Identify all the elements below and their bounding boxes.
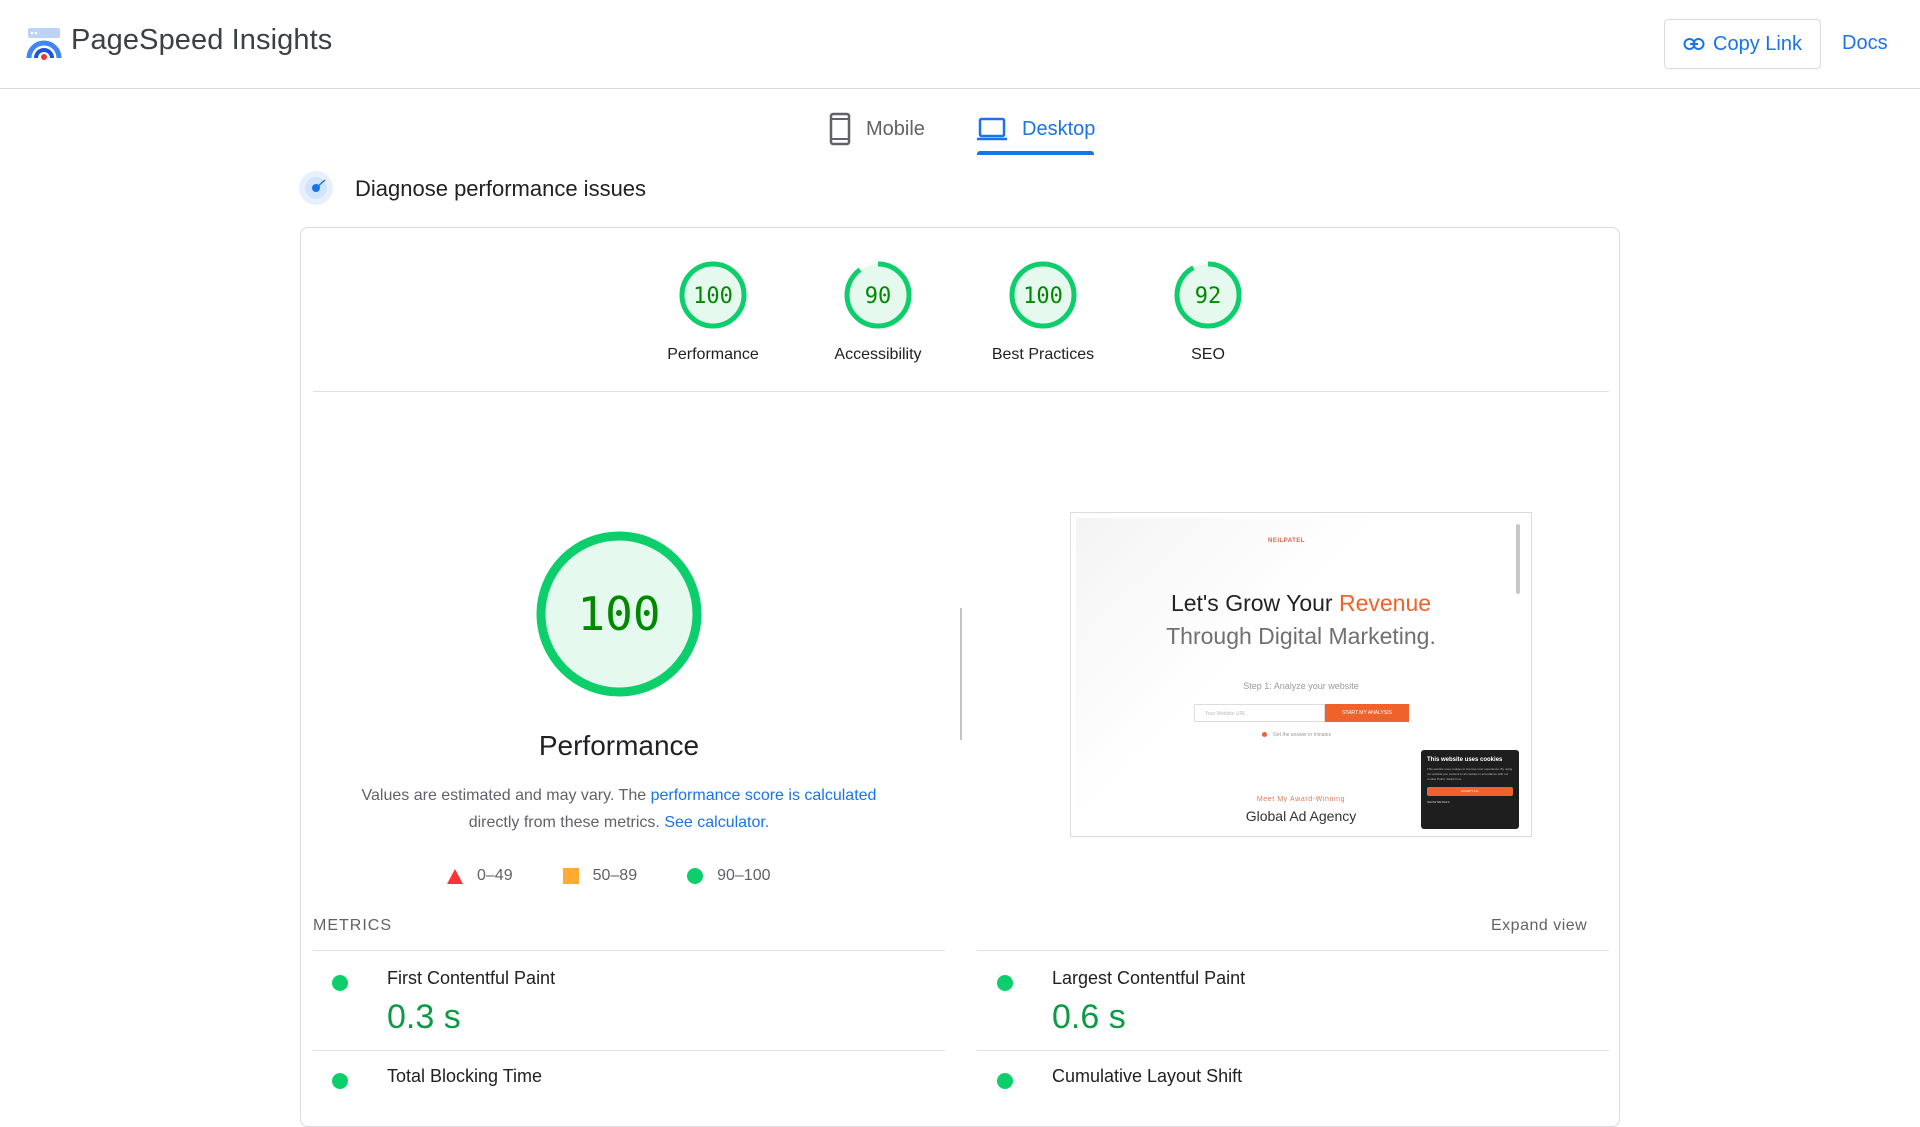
- gauge-best-practices-label: Best Practices: [991, 346, 1095, 363]
- legend-pass-range: 90–100: [717, 867, 771, 884]
- gauge-seo[interactable]: 92 SEO: [1133, 260, 1283, 364]
- screenshot-hero-line1: Let's Grow Your Revenue: [1076, 590, 1526, 617]
- metric-lcp-value: 0.6 s: [1052, 998, 1126, 1036]
- gauge-performance-score: 100: [693, 284, 733, 309]
- expand-view-button[interactable]: Expand view: [1491, 917, 1587, 935]
- screenshot-answer: Get the answer in minutes: [1262, 732, 1331, 738]
- cookie-text: This website uses cookies to improve use…: [1427, 767, 1513, 781]
- legend-average-range: 50–89: [592, 867, 638, 884]
- metric-fcp-title: First Contentful Paint: [387, 968, 556, 988]
- gauge-best-practices[interactable]: 100 Best Practices: [968, 260, 1118, 364]
- desc-text-2: directly from these metrics.: [468, 814, 665, 831]
- cookie-details: SHOW DETAILS: [1427, 800, 1450, 804]
- hero-accent: Revenue: [1338, 590, 1432, 616]
- performance-description: Values are estimated and may vary. The p…: [341, 782, 897, 836]
- screenshot-url-input: Your Website URL: [1194, 704, 1325, 722]
- green-circle-icon: [687, 868, 704, 884]
- metric-tbt-title: Total Blocking Time: [387, 1066, 543, 1086]
- copy-link-label: Copy Link: [1713, 32, 1802, 55]
- score-calculated-link[interactable]: performance score is calculated: [651, 787, 877, 804]
- legend-average: 50–89: [562, 867, 638, 885]
- pagespeed-logo-icon: [26, 28, 62, 60]
- tab-desktop-label: Desktop: [1022, 117, 1096, 140]
- screenshot-cta: START MY ANALYSIS: [1325, 704, 1409, 722]
- vertical-divider: [960, 608, 962, 740]
- metrics-divider: [313, 1050, 945, 1051]
- performance-big-gauge: 100: [536, 531, 702, 697]
- report-card: 100 Performance 90 Accessibility 100 Bes…: [300, 227, 1620, 1127]
- hero-text: Let's Grow Your: [1170, 590, 1339, 616]
- tab-mobile[interactable]: Mobile: [828, 104, 925, 154]
- screenshot-cookie-banner: This website uses cookies This website u…: [1421, 750, 1519, 829]
- gauge-seo-label: SEO: [1191, 346, 1225, 363]
- score-gauges: 100 Performance 90 Accessibility 100 Bes…: [301, 228, 1619, 392]
- legend-pass: 90–100: [687, 867, 770, 885]
- gauge-accessibility-ring: 90: [844, 261, 912, 329]
- diagnose-title: Diagnose performance issues: [355, 176, 647, 201]
- link-icon: [1683, 38, 1705, 50]
- metric-cls-title: Cumulative Layout Shift: [1052, 1066, 1243, 1086]
- cookie-accept: ACCEPT ALL: [1427, 787, 1513, 796]
- laptop-icon: [977, 117, 1007, 141]
- divider: [313, 391, 1609, 392]
- gauge-performance[interactable]: 100 Performance: [638, 260, 788, 364]
- gauge-seo-ring: 92: [1174, 261, 1242, 329]
- screenshot-hero-line2: Through Digital Marketing.: [1166, 623, 1436, 649]
- metric-fcp-value: 0.3 s: [387, 998, 461, 1036]
- desc-text-1: Values are estimated and may vary. The: [361, 787, 651, 804]
- tab-desktop[interactable]: Desktop: [976, 104, 1095, 154]
- performance-title: Performance: [538, 730, 700, 761]
- metrics-heading: METRICS: [313, 917, 392, 934]
- see-calculator-link[interactable]: See calculator.: [664, 814, 769, 831]
- pass-dot-icon: [332, 1073, 348, 1089]
- gauge-accessibility[interactable]: 90 Accessibility: [803, 260, 953, 364]
- score-legend: 0–49 50–89 90–100: [447, 864, 820, 888]
- phone-icon: [829, 112, 851, 146]
- performance-big-score: 100: [577, 587, 660, 641]
- screenshot-brand: NEILPATEL: [1268, 538, 1305, 544]
- gauge-accessibility-label: Accessibility: [834, 346, 922, 363]
- legend-fail: 0–49: [447, 867, 513, 885]
- docs-link[interactable]: Docs: [1842, 32, 1888, 55]
- gauge-best-practices-score: 100: [1023, 284, 1063, 309]
- orange-square-icon: [562, 868, 579, 884]
- legend-fail-range: 0–49: [477, 867, 513, 884]
- pass-dot-icon: [997, 975, 1013, 991]
- metric-lcp-title: Largest Contentful Paint: [1052, 968, 1246, 988]
- metrics-divider: [977, 950, 1609, 951]
- metrics-divider: [313, 950, 945, 951]
- brand-name: PageSpeed Insights: [71, 24, 333, 56]
- gauge-performance-ring: 100: [679, 261, 747, 329]
- pass-dot-icon: [997, 1073, 1013, 1089]
- gauge-accessibility-score: 90: [865, 284, 892, 309]
- cookie-title: This website uses cookies: [1427, 757, 1503, 763]
- screenshot-scrollbar: [1516, 524, 1520, 594]
- page-screenshot: NEILPATEL Let's Grow Your Revenue Throug…: [1070, 512, 1532, 837]
- active-tab-indicator: [977, 151, 1094, 155]
- top-bar: PageSpeed Insights Copy Link Docs: [0, 0, 1920, 89]
- metrics-divider: [977, 1050, 1609, 1051]
- copy-link-button[interactable]: Copy Link: [1664, 19, 1821, 69]
- pass-dot-icon: [332, 975, 348, 991]
- gauge-performance-label: Performance: [667, 346, 759, 363]
- screenshot-content: NEILPATEL Let's Grow Your Revenue Throug…: [1076, 518, 1526, 831]
- red-triangle-icon: [447, 868, 463, 884]
- screenshot-step: Step 1: Analyze your website: [1243, 681, 1359, 691]
- diagnose-icon: [299, 171, 333, 205]
- tab-mobile-label: Mobile: [866, 117, 925, 140]
- gauge-seo-score: 92: [1195, 284, 1222, 309]
- gauge-best-practices-ring: 100: [1009, 261, 1077, 329]
